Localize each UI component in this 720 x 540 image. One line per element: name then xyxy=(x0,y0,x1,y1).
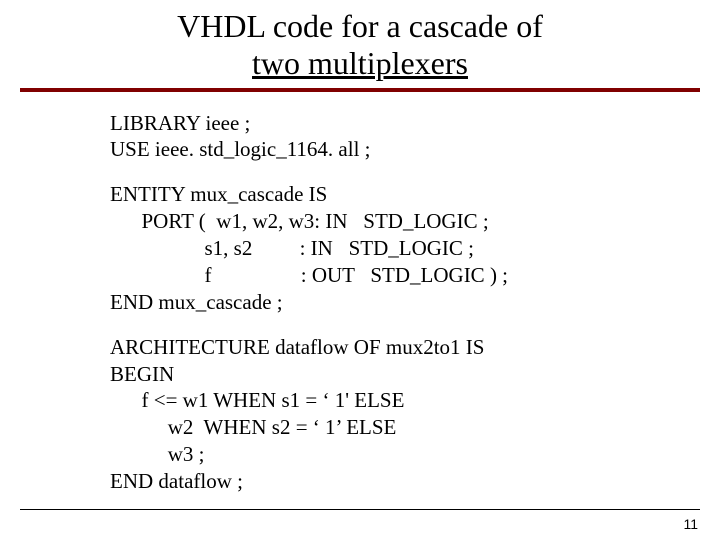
title-line-2: two multiplexers xyxy=(252,45,468,81)
code-block-architecture: ARCHITECTURE dataflow OF mux2to1 IS BEGI… xyxy=(110,334,720,495)
code-block-library: LIBRARY ieee ; USE ieee. std_logic_1164.… xyxy=(110,110,720,164)
footer-divider xyxy=(20,509,700,510)
title-line-1: VHDL code for a cascade of xyxy=(177,8,543,44)
code-block-entity: ENTITY mux_cascade IS PORT ( w1, w2, w3:… xyxy=(110,181,720,315)
slide-title: VHDL code for a cascade of two multiplex… xyxy=(0,0,720,82)
code-body: LIBRARY ieee ; USE ieee. std_logic_1164.… xyxy=(110,110,720,495)
page-number: 11 xyxy=(683,516,698,532)
slide: VHDL code for a cascade of two multiplex… xyxy=(0,0,720,540)
title-divider xyxy=(20,88,700,92)
